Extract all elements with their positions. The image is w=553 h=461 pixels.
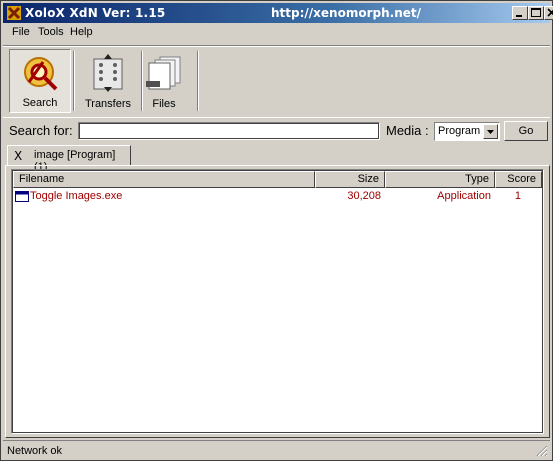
go-button[interactable]: Go bbox=[504, 121, 548, 141]
row-score: 1 bbox=[514, 190, 521, 202]
column-header-size[interactable]: Size bbox=[315, 171, 385, 188]
title-bar[interactable]: XoloX XdN Ver: 1.15 http://xenomorph.net… bbox=[3, 3, 553, 23]
maximize-icon bbox=[531, 8, 541, 17]
status-text: Network ok bbox=[7, 445, 63, 457]
search-tool-label: Search bbox=[22, 97, 58, 109]
column-header-type[interactable]: Type bbox=[385, 171, 495, 188]
maximize-button[interactable] bbox=[528, 6, 544, 20]
search-input[interactable] bbox=[78, 122, 380, 140]
media-select[interactable]: Program bbox=[434, 122, 500, 141]
results-panel: Filename Size Type Score Toggle Images.e… bbox=[5, 165, 550, 438]
search-label: Search for: bbox=[9, 123, 73, 138]
results-list[interactable]: Filename Size Type Score Toggle Images.e… bbox=[11, 169, 544, 434]
tab-close-icon[interactable]: X bbox=[14, 149, 22, 163]
files-tool-button[interactable]: Files bbox=[133, 49, 195, 113]
toolbar-separator bbox=[197, 51, 199, 111]
search-icon bbox=[24, 57, 58, 91]
xolox-logo-icon bbox=[7, 6, 21, 20]
transfers-tool-label: Transfers bbox=[84, 98, 132, 110]
tab-search-result[interactable]: X image [Program] (1) bbox=[7, 145, 131, 173]
media-select-value: Program bbox=[438, 125, 481, 137]
tab-strip: X image [Program] (1) bbox=[3, 143, 550, 173]
transfers-icon bbox=[93, 54, 123, 92]
minimize-icon bbox=[516, 15, 522, 17]
close-icon bbox=[547, 8, 553, 17]
column-header-filename[interactable]: Filename bbox=[13, 171, 315, 188]
column-header-score[interactable]: Score bbox=[495, 171, 542, 188]
menu-file[interactable]: File bbox=[12, 26, 30, 38]
menu-help[interactable]: Help bbox=[70, 26, 93, 38]
files-tool-label: Files bbox=[152, 98, 176, 110]
search-tool-button[interactable]: Search bbox=[9, 49, 71, 113]
row-type: Application bbox=[437, 190, 491, 202]
window-title-url: http://xenomorph.net/ bbox=[271, 6, 421, 20]
minimize-button[interactable] bbox=[512, 6, 528, 20]
toolbar: Search Transfers Files bbox=[5, 47, 550, 115]
media-label: Media : bbox=[386, 123, 429, 138]
search-bar: Search for: Media : Program Go bbox=[3, 117, 550, 143]
close-button[interactable] bbox=[544, 6, 553, 20]
status-bar: Network ok bbox=[3, 440, 550, 459]
resize-grip-icon[interactable] bbox=[536, 445, 548, 457]
menu-bar: File Tools Help bbox=[3, 24, 550, 42]
window-title: XoloX XdN Ver: 1.15 bbox=[25, 6, 166, 20]
app-window: XoloX XdN Ver: 1.15 http://xenomorph.net… bbox=[0, 0, 553, 461]
row-filename: Toggle Images.exe bbox=[30, 190, 123, 202]
files-icon bbox=[146, 56, 181, 90]
row-size: 30,208 bbox=[347, 190, 381, 202]
menu-tools[interactable]: Tools bbox=[38, 26, 64, 38]
toolbar-separator bbox=[73, 51, 75, 111]
executable-file-icon bbox=[15, 191, 29, 202]
transfers-tool-button[interactable]: Transfers bbox=[77, 49, 139, 113]
chevron-down-icon bbox=[487, 130, 494, 134]
results-header: Filename Size Type Score bbox=[13, 171, 542, 188]
table-row[interactable]: Toggle Images.exe 30,208 Application 1 bbox=[13, 189, 542, 204]
media-dropdown-button[interactable] bbox=[483, 124, 498, 139]
